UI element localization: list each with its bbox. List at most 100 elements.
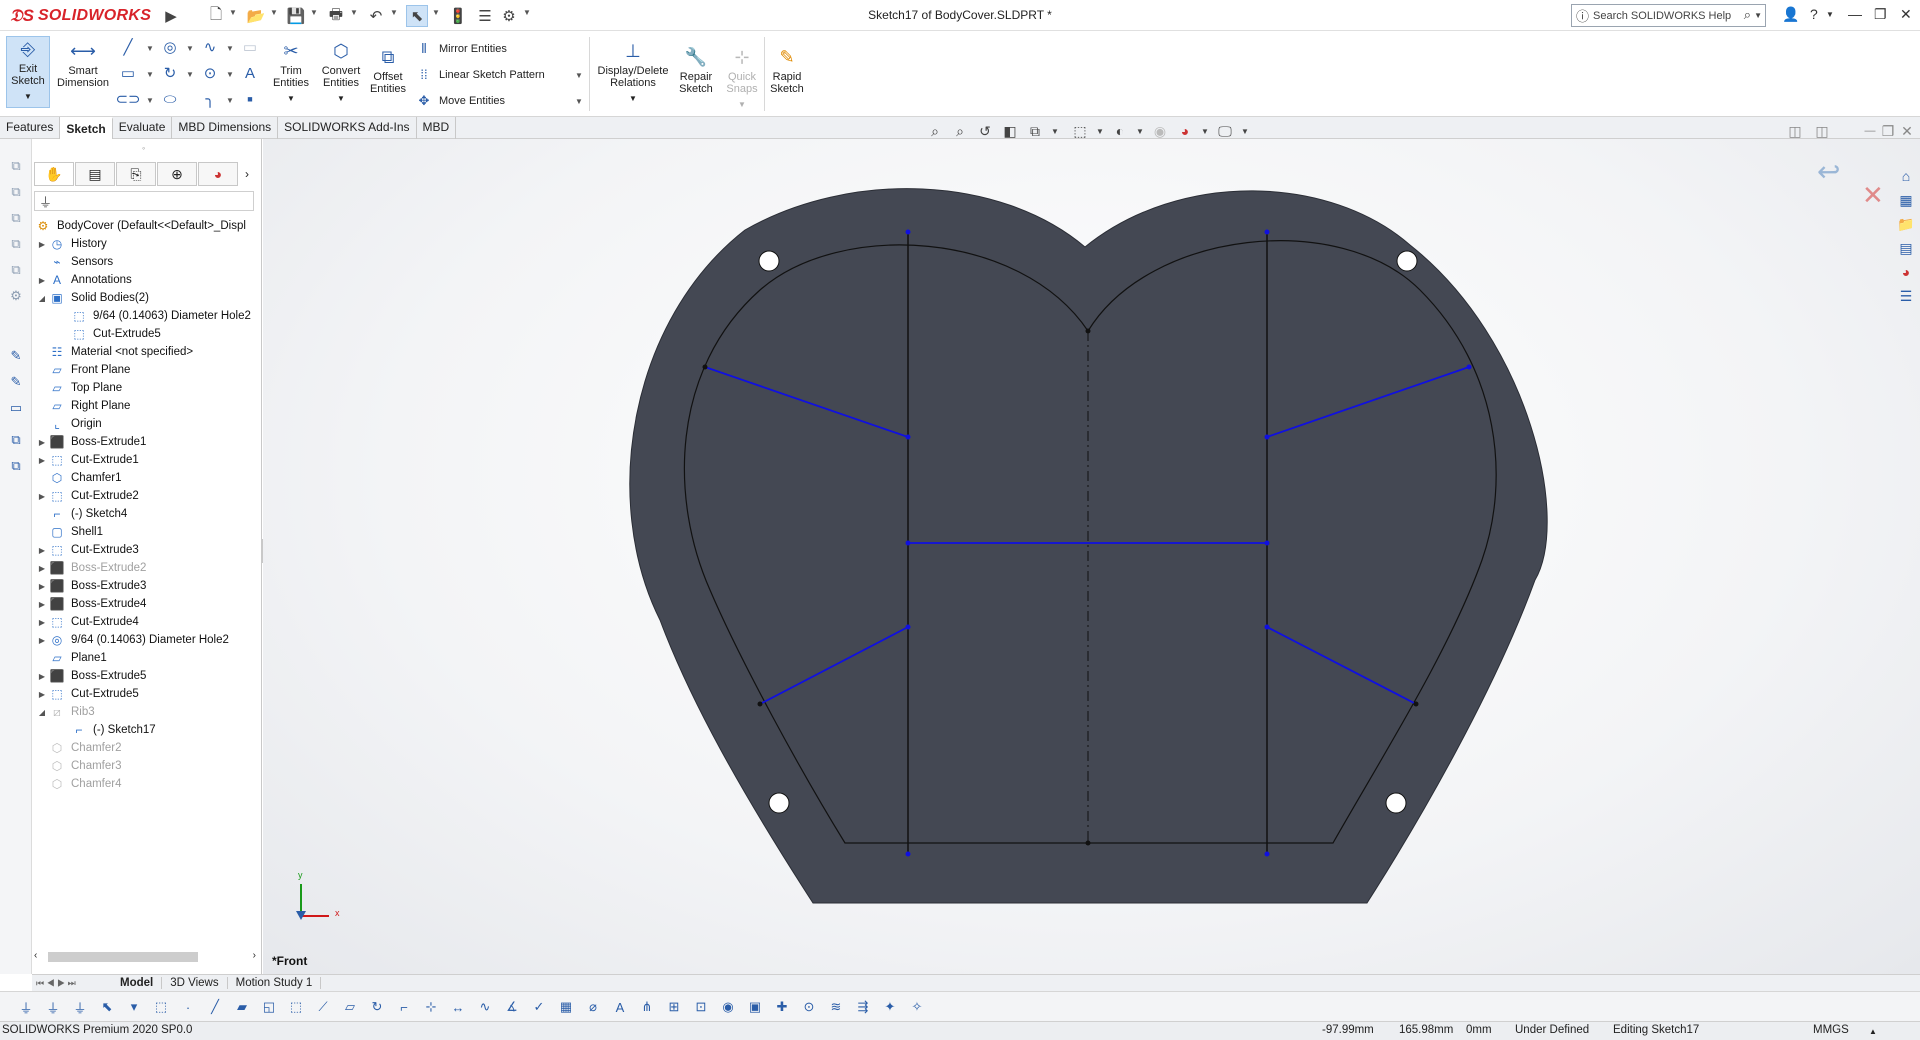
note-icon[interactable]: ▦ (556, 997, 576, 1017)
scroll-right-arrow[interactable]: › (253, 950, 256, 961)
circle-dropdown-arrow[interactable]: ▼ (186, 44, 194, 53)
curve-icon[interactable]: ∿ (475, 997, 495, 1017)
expand-arrow-icon[interactable]: ▶ (36, 546, 48, 555)
expand-arrow-icon[interactable]: ▶ (36, 492, 48, 501)
tab-motion-study-1[interactable]: Motion Study 1 (228, 977, 322, 989)
slot-icon[interactable]: ⊂⊃ (115, 89, 140, 109)
convert-entities-button[interactable]: ⬡ Convert Entities ▼ (314, 39, 368, 105)
dynamic-annotation-icon[interactable]: ⧉ (1025, 122, 1045, 140)
dimxpert-tab-icon[interactable]: ⊕ (157, 162, 197, 186)
offset-entities-button[interactable]: ⧉ Offset Entities (363, 45, 413, 95)
mirror-entities-button[interactable]: ⫴ Mirror Entities (415, 41, 507, 57)
custom-properties-icon[interactable]: ☰ (1895, 285, 1917, 307)
geometric-tolerance-icon[interactable]: ⊡ (691, 997, 711, 1017)
tab-mbd[interactable]: MBD (417, 117, 457, 139)
section-view-icon[interactable]: ◧ (1000, 122, 1020, 140)
feature-manager-tab-icon[interactable]: ✋ (34, 162, 74, 186)
quick-snaps-dropdown-arrow[interactable]: ▼ (738, 99, 746, 111)
appearance-dropdown-arrow[interactable]: ▼ (1195, 122, 1215, 140)
expand-arrow-icon[interactable]: ▶ (36, 582, 48, 591)
rectangle-icon[interactable]: ▭ (118, 63, 138, 83)
select-dropdown-arrow[interactable]: ▾ (124, 997, 144, 1017)
arc-dropdown-arrow[interactable]: ▼ (186, 70, 194, 79)
spline-dropdown-arrow[interactable]: ▼ (226, 44, 234, 53)
strip-tool-6-icon[interactable]: ⚙ (7, 287, 25, 305)
display-style-icon[interactable]: ◐ (1110, 122, 1130, 140)
rectangle-dropdown-arrow[interactable]: ▼ (146, 70, 154, 79)
weld-icon[interactable]: ⋔ (637, 997, 657, 1017)
polygon-dropdown-arrow[interactable]: ▼ (226, 70, 234, 79)
exit-sketch-confirm-icon[interactable]: ↩ (1817, 155, 1840, 188)
restore-icon[interactable]: ❐ (1874, 6, 1887, 23)
viewport-tile-right-icon[interactable]: ◫ (1812, 122, 1832, 140)
home-icon[interactable]: ⌂ (1895, 165, 1917, 187)
tab-mbd-dimensions[interactable]: MBD Dimensions (172, 117, 279, 139)
block-icon[interactable]: ▣ (745, 997, 765, 1017)
arc-filter-icon[interactable]: ↻ (367, 997, 387, 1017)
center-mark-icon[interactable]: ✚ (772, 997, 792, 1017)
tab-model[interactable]: Model (112, 977, 163, 989)
plane-filter-icon[interactable]: ▱ (340, 997, 360, 1017)
tab-evaluate[interactable]: Evaluate (113, 117, 173, 139)
expand-arrow-icon[interactable]: ▶ (36, 438, 48, 447)
strip-tool-3-icon[interactable]: ⧉ (7, 209, 25, 227)
help-dropdown-arrow[interactable]: ▼ (1826, 10, 1834, 19)
expand-arrow-icon[interactable]: ▶ (36, 564, 48, 573)
viewport-minimize-icon[interactable]: — (1860, 122, 1880, 140)
edge-icon[interactable]: ◱ (259, 997, 279, 1017)
cancel-sketch-icon[interactable]: ✕ (1862, 180, 1884, 211)
midpoint-icon[interactable]: ⊹ (421, 997, 441, 1017)
search-icon[interactable]: ⌕ (1744, 7, 1751, 23)
user-account-icon[interactable]: 👤 (1782, 6, 1799, 23)
annotation-dropdown-arrow[interactable]: ▼ (1045, 122, 1065, 140)
display-style-dropdown-arrow[interactable]: ▼ (1130, 122, 1150, 140)
smart-dimension-button[interactable]: ⟷ Smart Dimension (53, 39, 113, 89)
minimize-icon[interactable]: — (1848, 6, 1862, 22)
unit-system[interactable]: MMGS (1813, 1024, 1849, 1036)
selection-filter-icon[interactable]: ⏚ (70, 997, 90, 1017)
search-dropdown-arrow[interactable]: ▼ (1754, 11, 1762, 20)
hole-callout-icon[interactable]: ⊙ (799, 997, 819, 1017)
scroll-left-arrow[interactable]: ‹ (34, 950, 37, 961)
filter-toggle-icon[interactable]: ⏚ (43, 997, 63, 1017)
repair-sketch-button[interactable]: 🔧 Repair Sketch (674, 45, 718, 95)
datum-icon[interactable]: ⊞ (664, 997, 684, 1017)
convert-dropdown-arrow[interactable]: ▼ (337, 93, 345, 105)
orientation-dropdown-arrow[interactable]: ▼ (1090, 122, 1110, 140)
tree-horizontal-scrollbar[interactable]: ‹ › (34, 949, 258, 965)
tab-scroll-arrows[interactable]: ⏮ ◀ ▶ ⏭ (32, 976, 102, 991)
arc-icon[interactable]: ↻ (160, 63, 180, 83)
quick-snaps-button[interactable]: ⊹ Quick Snaps ▼ (720, 45, 764, 111)
text-icon[interactable]: A (610, 997, 630, 1017)
file-explorer-icon[interactable]: 📁 (1895, 213, 1917, 235)
configuration-manager-tab-icon[interactable]: ⎘ (116, 162, 156, 186)
line-icon[interactable]: ╱ (205, 997, 225, 1017)
tab-sketch[interactable]: Sketch (60, 117, 113, 139)
cosmetic-thread-icon[interactable]: ≋ (826, 997, 846, 1017)
collapse-arrow-icon[interactable]: ◢ (36, 294, 48, 303)
slot-dropdown-arrow[interactable]: ▼ (146, 96, 154, 105)
filter-icon[interactable]: ⏚ (16, 997, 36, 1017)
strip-sketch-tool-icon[interactable]: ✎ (7, 347, 25, 365)
expand-arrow-icon[interactable]: ▶ (36, 618, 48, 627)
help-icon[interactable]: ? (1810, 6, 1818, 22)
fillet-icon[interactable]: ╮ (200, 89, 220, 109)
units-dropdown-arrow[interactable]: ▲ (1869, 1027, 1877, 1036)
trim-dropdown-arrow[interactable]: ▼ (287, 93, 295, 105)
edit-appearance-icon[interactable]: ◕ (1175, 122, 1195, 140)
clear-filter-icon[interactable]: ⬚ (151, 997, 171, 1017)
view-orientation-icon[interactable]: ⬚ (1070, 122, 1090, 140)
strip-edit-tool-icon[interactable]: ✎ (7, 373, 25, 391)
appearances-icon[interactable]: ◕ (1895, 261, 1917, 283)
relations-dropdown-arrow[interactable]: ▼ (629, 93, 637, 105)
design-library-icon[interactable]: ▦ (1895, 189, 1917, 211)
vertex-icon[interactable]: ⬚ (286, 997, 306, 1017)
hide-show-items-icon[interactable]: ◉ (1150, 122, 1170, 140)
angle-icon[interactable]: ∡ (502, 997, 522, 1017)
tree-filter[interactable]: ⏚ (34, 191, 254, 211)
pin-icon[interactable]: ✦ (880, 997, 900, 1017)
expand-arrow-icon[interactable]: ▶ (36, 672, 48, 681)
close-icon[interactable]: ✕ (1900, 6, 1912, 23)
line-icon[interactable]: ╱ (118, 37, 138, 57)
linear-sketch-pattern-button[interactable]: ⁞⁞ Linear Sketch Pattern (415, 67, 544, 82)
